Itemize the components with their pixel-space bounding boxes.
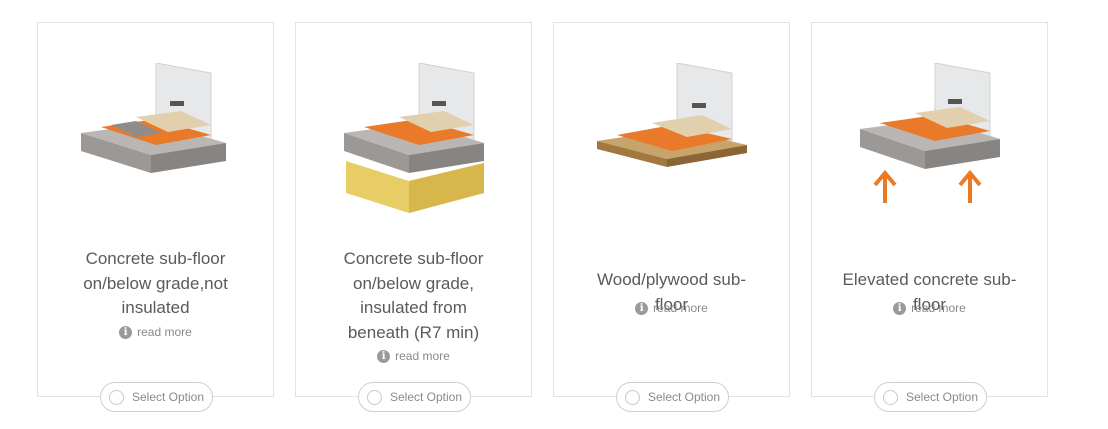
read-more-link[interactable]: i read more (812, 301, 1047, 315)
info-icon: i (893, 301, 907, 315)
option-title-line: Concrete sub-floor (85, 249, 226, 268)
radio-icon (624, 389, 640, 405)
insulated-concrete-illustration (296, 63, 531, 243)
read-more-label: read more (911, 301, 966, 315)
info-icon: i (635, 301, 649, 315)
option-title: Concrete sub-floor on/below grade, insul… (296, 247, 531, 345)
select-option-button[interactable]: Select Option (616, 382, 729, 412)
option-card-concrete-insulated[interactable]: Concrete sub-floor on/below grade, insul… (295, 22, 532, 397)
option-title-line: Concrete sub-floor (343, 249, 484, 268)
select-option-label: Select Option (131, 390, 205, 404)
option-title-line: Wood/plywood sub- (597, 270, 746, 289)
read-more-label: read more (395, 349, 450, 363)
option-title-line: beneath (R7 min) (347, 322, 480, 342)
radio-icon (882, 389, 898, 405)
info-icon: i (119, 325, 133, 339)
radio-icon (108, 389, 124, 405)
select-option-label: Select Option (905, 390, 979, 404)
read-more-link[interactable]: i read more (554, 301, 789, 315)
select-option-label: Select Option (389, 390, 463, 404)
wood-subfloor-illustration (554, 63, 789, 243)
option-title-line: insulated from (360, 298, 467, 317)
elevated-concrete-illustration (812, 63, 1047, 243)
option-title-line: on/below grade,not (83, 273, 228, 293)
read-more-label: read more (653, 301, 708, 315)
option-title-line: Elevated concrete sub- (842, 270, 1017, 289)
select-option-label: Select Option (647, 390, 721, 404)
select-option-button[interactable]: Select Option (100, 382, 213, 412)
option-title: Concrete sub-floor on/below grade,not in… (38, 247, 273, 321)
option-card-concrete-uninsulated[interactable]: Concrete sub-floor on/below grade,not in… (37, 22, 274, 397)
option-title-line: on/below grade, (353, 273, 474, 293)
read-more-label: read more (137, 325, 192, 339)
concrete-subfloor-illustration (38, 63, 273, 243)
option-card-elevated-concrete[interactable]: Elevated concrete sub- floor i read more (811, 22, 1048, 397)
read-more-link[interactable]: i read more (296, 349, 531, 363)
option-card-wood-plywood[interactable]: Wood/plywood sub- floor i read more (553, 22, 790, 397)
select-option-button[interactable]: Select Option (358, 382, 471, 412)
read-more-link[interactable]: i read more (38, 325, 273, 339)
info-icon: i (377, 349, 391, 363)
radio-icon (366, 389, 382, 405)
option-title-line: insulated (121, 298, 190, 317)
select-option-button[interactable]: Select Option (874, 382, 987, 412)
